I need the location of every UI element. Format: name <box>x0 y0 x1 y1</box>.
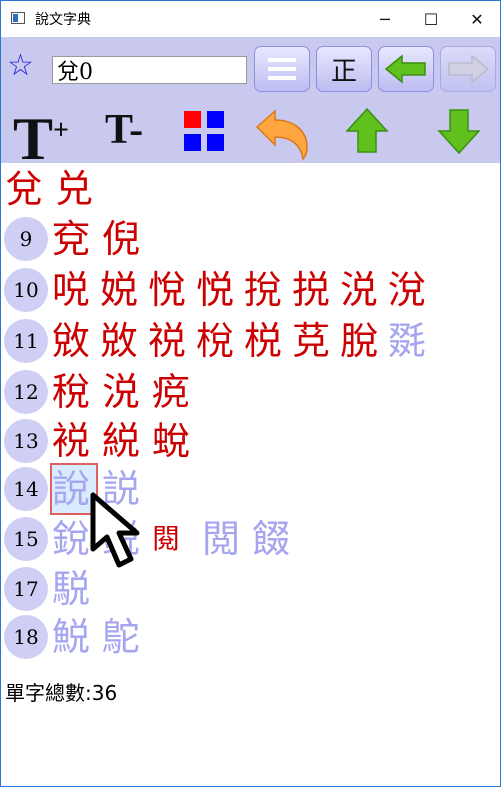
result-char[interactable]: 餟 <box>252 515 302 563</box>
stroke-row: 10 哾 娧 悅 悦 挩 捝 涚 涗 <box>1 266 436 314</box>
result-char[interactable]: 梲 <box>196 317 244 365</box>
arrow-right-icon <box>448 54 490 84</box>
stroke-count-badge: 11 <box>4 319 48 363</box>
color-grid-button[interactable] <box>184 111 226 153</box>
result-char[interactable]: 莌 <box>292 317 340 365</box>
result-char[interactable]: 鴕 <box>102 613 152 661</box>
arrow-down-icon[interactable] <box>435 107 483 155</box>
result-char[interactable]: 裞 <box>52 417 102 465</box>
back-button[interactable] <box>378 46 434 92</box>
font-bigger-sign: + <box>53 115 69 146</box>
minimize-icon: ─ <box>380 9 390 29</box>
font-bigger-label: T <box>13 106 54 172</box>
forward-button[interactable] <box>440 46 496 92</box>
result-char[interactable]: 稅 <box>52 368 102 416</box>
stroke-row: 18 鮵 鴕 <box>1 613 152 661</box>
result-char[interactable]: 痥 <box>152 368 202 416</box>
total-count-label: 單字總數:36 <box>5 681 118 705</box>
stroke-row: 17 駾 <box>1 565 102 613</box>
stroke-count-badge: 9 <box>4 217 48 261</box>
zheng-button[interactable]: 正 <box>316 46 372 92</box>
star-outline-icon[interactable]: ☆ <box>7 51 34 81</box>
stroke-count-badge: 13 <box>4 419 48 463</box>
stroke-count-badge: 18 <box>4 615 48 659</box>
color-square <box>184 134 201 151</box>
app-icon <box>11 12 25 24</box>
menu-button[interactable] <box>254 46 310 92</box>
result-char[interactable]: 敓 <box>52 317 100 365</box>
result-char[interactable]: 棁 <box>244 317 292 365</box>
arrow-left-icon <box>384 54 426 84</box>
maximize-button[interactable]: ☐ <box>408 1 454 37</box>
result-char[interactable]: 娧 <box>100 266 148 314</box>
result-char[interactable]: 悦 <box>196 266 244 314</box>
result-char[interactable]: 捝 <box>292 266 340 314</box>
undo-icon[interactable] <box>253 107 313 161</box>
stroke-count-badge: 14 <box>4 467 48 511</box>
color-square <box>207 134 224 151</box>
result-char[interactable]: 悅 <box>148 266 196 314</box>
arrow-up-icon[interactable] <box>343 107 391 155</box>
mouse-pointer-icon <box>90 492 140 568</box>
result-char[interactable]: 兌 <box>5 165 55 213</box>
app-window: 說文字典 ─ ☐ ✕ ☆ 正 T+ T- <box>0 0 501 787</box>
font-smaller-label: T- <box>105 107 144 153</box>
result-char[interactable]: 閲 <box>202 515 252 563</box>
result-char[interactable]: 鮵 <box>52 613 102 661</box>
search-input[interactable] <box>52 56 247 84</box>
result-char[interactable]: 蛻 <box>152 417 202 465</box>
font-bigger-button[interactable]: T+ <box>13 101 69 169</box>
stroke-row: 13 裞 綐 蛻 <box>1 417 202 465</box>
stroke-row: 11 敓 敚 祱 梲 棁 莌 脫 毲 <box>1 317 436 365</box>
stroke-row: 12 稅 涚 痥 <box>1 368 202 416</box>
window-title: 說文字典 <box>35 12 91 28</box>
result-char[interactable]: 敚 <box>100 317 148 365</box>
close-button[interactable]: ✕ <box>454 1 500 37</box>
zheng-label: 正 <box>330 56 357 87</box>
hamburger-icon <box>268 58 296 80</box>
result-char[interactable]: 脫 <box>340 317 388 365</box>
stroke-count-badge: 12 <box>4 370 48 414</box>
minimize-button[interactable]: ─ <box>362 1 408 37</box>
result-char[interactable]: 挩 <box>244 266 292 314</box>
stroke-count-badge: 10 <box>4 268 48 312</box>
stroke-count-badge: 15 <box>4 517 48 561</box>
result-char[interactable]: 兗 <box>52 215 102 263</box>
result-char[interactable]: 涚 <box>102 368 152 416</box>
maximize-icon: ☐ <box>423 9 439 29</box>
result-char[interactable]: 涚 <box>340 266 388 314</box>
result-char[interactable]: 兑 <box>55 165 105 213</box>
font-smaller-button[interactable]: T- <box>105 109 143 151</box>
title-bar: 說文字典 ─ ☐ ✕ <box>1 1 500 37</box>
tools-toolbar <box>1 99 500 163</box>
result-char[interactable]: 涗 <box>388 266 436 314</box>
result-char[interactable]: 哾 <box>52 266 100 314</box>
result-char[interactable]: 毲 <box>388 317 436 365</box>
stroke-count-badge: 17 <box>4 567 48 611</box>
result-char[interactable]: 綐 <box>102 417 152 465</box>
color-grid-icon <box>184 111 201 128</box>
close-icon: ✕ <box>470 9 484 29</box>
result-char[interactable]: 倪 <box>102 215 152 263</box>
color-square <box>207 111 224 128</box>
stroke-row: 9 兗 倪 <box>1 215 152 263</box>
head-row: 兌 兑 <box>1 165 105 213</box>
result-char[interactable]: 祱 <box>148 317 196 365</box>
